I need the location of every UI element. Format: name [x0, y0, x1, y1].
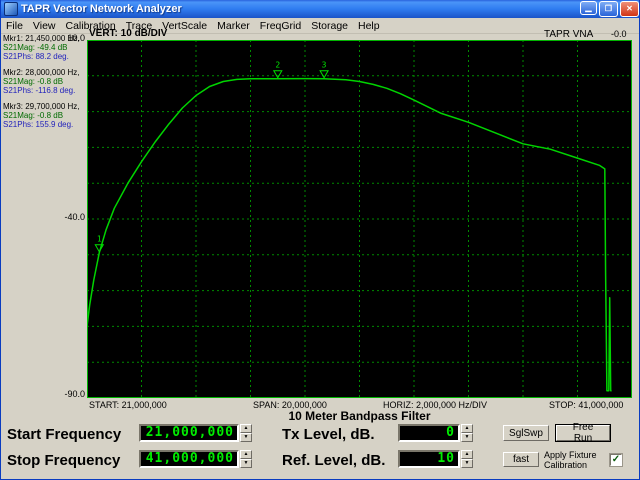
marker3-info: Mkr3: 29,700,000 Hz, S21Mag: -0.8 dB S21… [3, 102, 87, 129]
ref-level-value: 10 [437, 452, 455, 466]
marker1-s21mag: S21Mag: -49.4 dB [3, 43, 87, 52]
menu-item-storage[interactable]: Storage [306, 20, 353, 32]
marker2-frequency: Mkr2: 28,000,000 Hz, [3, 68, 87, 77]
tx-level-down-arrow-icon[interactable]: ▼ [461, 433, 473, 442]
free-run-button[interactable]: Free Run [556, 425, 610, 441]
apply-fixture-calibration-label: Apply Fixture Calibration [544, 450, 610, 470]
ref-level-label: Ref. Level, dB. [282, 452, 385, 469]
titlebar[interactable]: TAPR Vector Network Analyzer ▁ ❐ ✕ [1, 0, 640, 18]
s21-trace-chart: 1 2 3 [87, 40, 632, 398]
start-frequency-label: Start Frequency [7, 426, 121, 443]
menu-item-freqgrid[interactable]: FreqGrid [255, 20, 306, 32]
app-icon[interactable] [4, 2, 18, 16]
start-frequency-field[interactable]: 21,000,000 [139, 424, 239, 442]
maximize-button[interactable]: ❐ [599, 1, 618, 17]
ref-level-stepper: ▲ ▼ [461, 450, 473, 468]
menu-item-marker[interactable]: Marker [212, 20, 255, 32]
marker1-s21phs: S21Phs: 88.2 deg. [3, 52, 87, 61]
marker3-frequency: Mkr3: 29,700,000 Hz, [3, 102, 87, 111]
right-axis-top-label: -0.0 [611, 29, 627, 39]
tx-level-field[interactable]: 0 [398, 424, 460, 442]
chart-caption: 10 Meter Bandpass Filter [87, 409, 632, 423]
close-button[interactable]: ✕ [620, 1, 639, 17]
stop-frequency-label: Stop Frequency [7, 452, 120, 469]
marker3-s21mag: S21Mag: -0.8 dB [3, 111, 87, 120]
stop-frequency-down-arrow-icon[interactable]: ▼ [240, 459, 252, 468]
start-frequency-stepper: ▲ ▼ [240, 424, 252, 442]
marker2-info: Mkr2: 28,000,000 Hz, S21Mag: -0.8 dB S21… [3, 68, 87, 95]
y-axis-label-mid: -40.0 [45, 212, 85, 222]
check-icon: ✓ [612, 455, 620, 465]
window-controls: ▁ ❐ ✕ [578, 1, 639, 17]
svg-text:1: 1 [97, 235, 102, 244]
stop-frequency-value: 41,000,000 [146, 452, 234, 466]
vert-scale-label: VERT: 10 dB/DIV [89, 28, 167, 39]
window-title: TAPR Vector Network Analyzer [21, 3, 578, 15]
menu-item-file[interactable]: File [1, 20, 28, 32]
tx-level-up-arrow-icon[interactable]: ▲ [461, 424, 473, 433]
y-axis-label-top: 10.0 [45, 33, 85, 43]
marker2-s21mag: S21Mag: -0.8 dB [3, 77, 87, 86]
start-frequency-down-arrow-icon[interactable]: ▼ [240, 433, 252, 442]
apply-fixture-calibration-checkbox[interactable]: ✓ [610, 454, 622, 466]
fast-button[interactable]: fast [503, 452, 539, 467]
stop-frequency-stepper: ▲ ▼ [240, 450, 252, 468]
app-window: TAPR Vector Network Analyzer ▁ ❐ ✕ File … [0, 0, 640, 480]
svg-text:3: 3 [322, 61, 327, 70]
marker2-s21phs: S21Phs: -116.8 deg. [3, 86, 87, 95]
marker3-s21phs: S21Phs: 155.9 deg. [3, 120, 87, 129]
ref-level-down-arrow-icon[interactable]: ▼ [461, 459, 473, 468]
sglswp-button[interactable]: SglSwp [503, 425, 549, 441]
minimize-button[interactable]: ▁ [580, 1, 597, 15]
start-frequency-value: 21,000,000 [146, 426, 234, 440]
stop-frequency-up-arrow-icon[interactable]: ▲ [240, 450, 252, 459]
plot-area[interactable]: 1 2 3 [87, 40, 632, 398]
tx-level-stepper: ▲ ▼ [461, 424, 473, 442]
fixture-label-line2: Calibration [544, 460, 587, 470]
y-axis-label-bottom: -90.0 [45, 389, 85, 399]
tx-level-label: Tx Level, dB. [282, 426, 375, 443]
ref-level-up-arrow-icon[interactable]: ▲ [461, 450, 473, 459]
svg-text:2: 2 [275, 61, 280, 70]
fixture-label-line1: Apply Fixture [544, 450, 597, 460]
menu-item-help[interactable]: Help [353, 20, 385, 32]
ref-level-field[interactable]: 10 [398, 450, 460, 468]
stop-frequency-field[interactable]: 41,000,000 [139, 450, 239, 468]
menu-item-view[interactable]: View [28, 20, 61, 32]
brand-label: TAPR VNA [544, 29, 593, 40]
tx-level-value: 0 [446, 426, 455, 440]
apply-fixture-calibration-group: Apply Fixture Calibration ✓ [544, 450, 622, 470]
marker-readout-panel: Mkr1: 21,450,000 Hz, S21Mag: -49.4 dB S2… [3, 34, 87, 136]
start-frequency-up-arrow-icon[interactable]: ▲ [240, 424, 252, 433]
